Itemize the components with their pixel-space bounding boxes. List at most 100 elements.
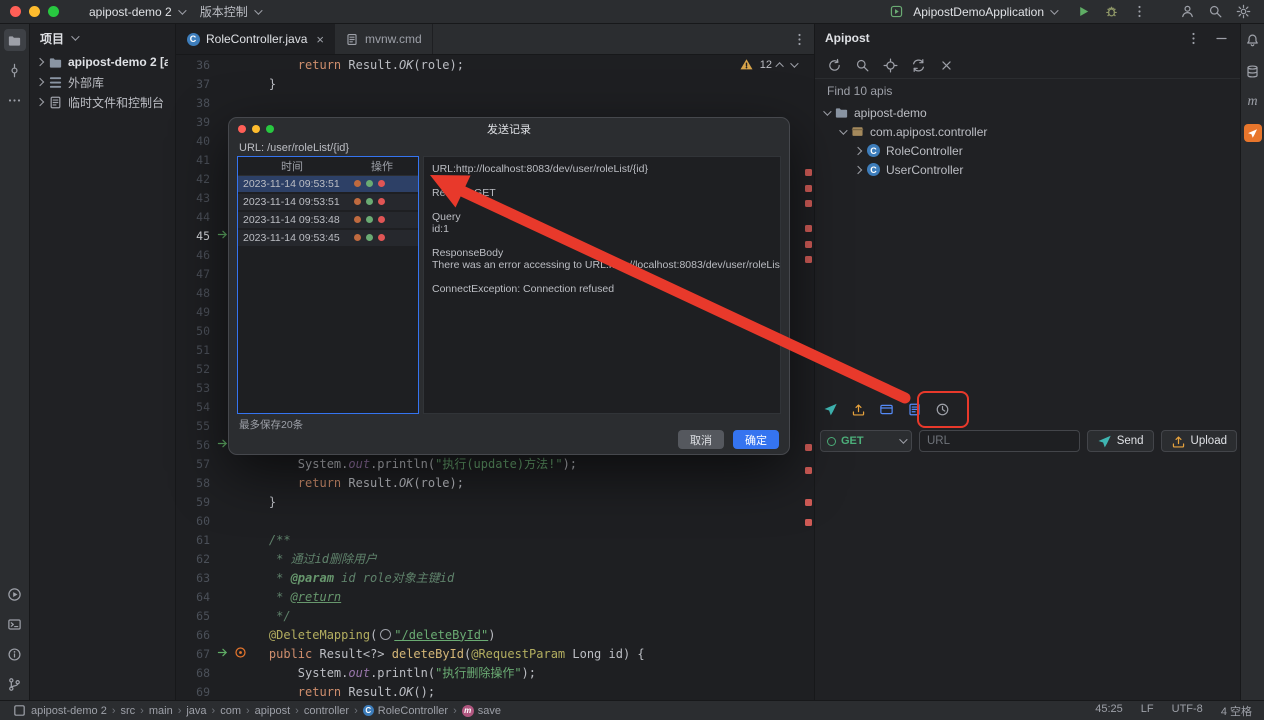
play-icon[interactable] bbox=[1072, 1, 1094, 23]
send-icon[interactable] bbox=[819, 398, 841, 420]
breadcrumb-item[interactable]: main bbox=[149, 705, 173, 717]
caret-position[interactable]: 45:25 bbox=[1095, 703, 1123, 719]
history-row[interactable]: 2023-11-14 09:53:45 bbox=[238, 230, 418, 248]
locate-icon[interactable] bbox=[879, 54, 901, 76]
search-everywhere-icon[interactable] bbox=[1204, 1, 1226, 23]
url-inlay-icon[interactable] bbox=[380, 628, 392, 640]
delete-icon[interactable] bbox=[378, 178, 385, 190]
project-tree-item[interactable]: 外部库 bbox=[30, 72, 175, 92]
inspection-widget[interactable]: 12 bbox=[739, 57, 799, 72]
error-stripe-mark[interactable] bbox=[805, 444, 812, 451]
delete-icon[interactable] bbox=[378, 196, 385, 208]
git-icon[interactable] bbox=[4, 673, 26, 695]
error-stripe-mark[interactable] bbox=[805, 467, 812, 474]
breadcrumb-item[interactable]: apipost bbox=[255, 705, 290, 717]
docs-icon[interactable] bbox=[903, 398, 925, 420]
terminal-icon[interactable] bbox=[4, 613, 26, 635]
chevron-down-icon[interactable] bbox=[823, 106, 832, 116]
notifications-icon[interactable] bbox=[1242, 29, 1264, 51]
error-stripe-mark[interactable] bbox=[805, 241, 812, 248]
chevron-down-icon[interactable] bbox=[71, 32, 80, 41]
minimize-icon[interactable] bbox=[1210, 27, 1232, 49]
file-encoding[interactable]: UTF-8 bbox=[1172, 703, 1203, 719]
upload-button[interactable]: Upload bbox=[1160, 430, 1237, 452]
error-stripe-mark[interactable] bbox=[805, 499, 812, 506]
breadcrumb-item[interactable]: com bbox=[220, 705, 241, 717]
breadcrumb-item[interactable]: apipost-demo 2 bbox=[12, 703, 107, 718]
more-h-icon[interactable] bbox=[4, 89, 26, 111]
dialog-zoom-icon[interactable] bbox=[266, 125, 274, 133]
api-tree-item[interactable]: com.apipost.controller bbox=[815, 122, 1240, 141]
error-stripe-mark[interactable] bbox=[805, 200, 812, 207]
run-arrow-icon[interactable] bbox=[216, 645, 231, 663]
history-icon[interactable] bbox=[931, 398, 953, 420]
error-stripe-mark[interactable] bbox=[805, 185, 812, 192]
apipost-icon[interactable] bbox=[1242, 122, 1264, 144]
card-icon[interactable] bbox=[875, 398, 897, 420]
minimize-window-icon[interactable] bbox=[29, 6, 40, 17]
history-row[interactable]: 2023-11-14 09:53:51 bbox=[238, 176, 418, 194]
detail-icon[interactable] bbox=[366, 232, 373, 244]
url-input[interactable] bbox=[919, 430, 1080, 452]
chevron-right-icon[interactable] bbox=[853, 146, 863, 155]
error-stripe-mark[interactable] bbox=[805, 519, 812, 526]
bug-icon[interactable] bbox=[1100, 1, 1122, 23]
error-stripe-mark[interactable] bbox=[805, 256, 812, 263]
chevron-right-icon[interactable] bbox=[35, 77, 45, 87]
database-icon[interactable] bbox=[1242, 60, 1264, 82]
resend-icon[interactable] bbox=[354, 178, 361, 190]
resend-icon[interactable] bbox=[354, 232, 361, 244]
breadcrumb-item[interactable]: java bbox=[186, 705, 206, 717]
delete-icon[interactable] bbox=[378, 214, 385, 226]
error-stripe-mark[interactable] bbox=[805, 225, 812, 232]
settings-icon[interactable] bbox=[1232, 1, 1254, 23]
error-stripe-mark[interactable] bbox=[805, 169, 812, 176]
search-icon[interactable] bbox=[851, 54, 873, 76]
breadcrumb-item[interactable]: src bbox=[121, 705, 136, 717]
more-icon[interactable] bbox=[1128, 1, 1150, 23]
close-tab-icon[interactable]: × bbox=[316, 32, 324, 47]
vcs-widget[interactable]: 版本控制 bbox=[192, 2, 268, 22]
close-window-icon[interactable] bbox=[10, 6, 21, 17]
refresh-icon[interactable] bbox=[823, 54, 845, 76]
line-separator[interactable]: LF bbox=[1141, 703, 1154, 719]
tabs-more-icon[interactable] bbox=[788, 28, 810, 50]
resend-icon[interactable] bbox=[354, 196, 361, 208]
error-stripe[interactable] bbox=[802, 54, 814, 700]
send-button[interactable]: Send bbox=[1086, 430, 1154, 452]
problems-icon[interactable] bbox=[4, 643, 26, 665]
commit-icon[interactable] bbox=[4, 59, 26, 81]
more-icon[interactable] bbox=[1182, 27, 1204, 49]
cancel-button[interactable]: 取消 bbox=[678, 430, 724, 449]
chevron-down-icon[interactable] bbox=[839, 125, 848, 135]
user-icon[interactable] bbox=[1176, 1, 1198, 23]
maven-icon[interactable]: m bbox=[1242, 91, 1264, 113]
detail-icon[interactable] bbox=[366, 196, 373, 208]
chevron-up-icon[interactable] bbox=[775, 61, 784, 71]
find-apis-field[interactable]: Find 10 apis bbox=[815, 79, 1240, 103]
api-tree-item[interactable]: C RoleController bbox=[815, 141, 1240, 160]
import-icon[interactable] bbox=[847, 398, 869, 420]
chevron-right-icon[interactable] bbox=[35, 57, 45, 67]
resend-icon[interactable] bbox=[354, 214, 361, 226]
tab-mvnw.cmd[interactable]: mvnw.cmd bbox=[335, 24, 433, 54]
method-select[interactable]: GET bbox=[820, 430, 912, 452]
project-tree-item[interactable]: 临时文件和控制台 bbox=[30, 92, 175, 112]
zoom-window-icon[interactable] bbox=[48, 6, 59, 17]
api-tree-item[interactable]: apipost-demo bbox=[815, 103, 1240, 122]
delete-icon[interactable] bbox=[378, 232, 385, 244]
detail-icon[interactable] bbox=[366, 214, 373, 226]
breadcrumb-item[interactable]: C RoleController bbox=[362, 705, 448, 717]
indent-style[interactable]: 4 空格 bbox=[1221, 703, 1252, 719]
run-icon[interactable] bbox=[4, 583, 26, 605]
breadcrumb-item[interactable]: m save bbox=[461, 704, 501, 717]
history-row[interactable]: 2023-11-14 09:53:48 bbox=[238, 212, 418, 230]
chevron-right-icon[interactable] bbox=[35, 97, 45, 107]
history-row[interactable]: 2023-11-14 09:53:51 bbox=[238, 194, 418, 212]
detail-icon[interactable] bbox=[366, 178, 373, 190]
api-tree-item[interactable]: C UserController bbox=[815, 160, 1240, 179]
project-widget[interactable]: apipost-demo 2 bbox=[81, 2, 192, 22]
dialog-minimize-icon[interactable] bbox=[252, 125, 260, 133]
close-icon[interactable] bbox=[935, 54, 957, 76]
project-icon[interactable] bbox=[3, 29, 26, 51]
